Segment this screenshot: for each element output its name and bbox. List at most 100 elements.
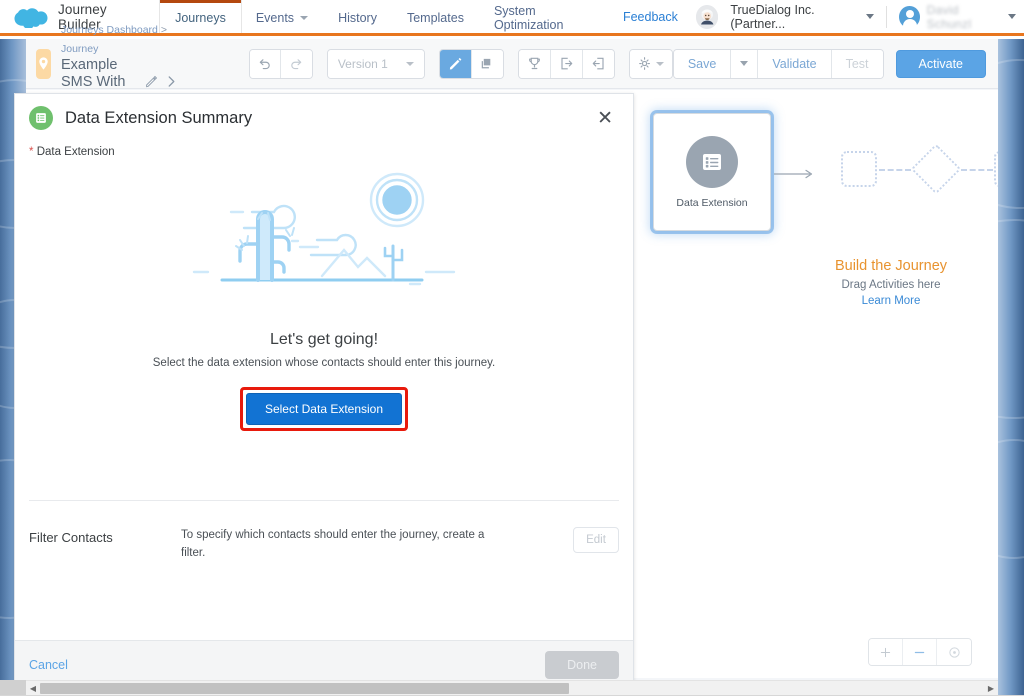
data-extension-icon [29,106,53,130]
select-data-extension-button[interactable]: Select Data Extension [245,393,403,425]
version-label: Version 1 [337,56,388,71]
tab-system-optimization[interactable]: System Optimization [479,0,613,33]
data-extension-list-icon [686,135,738,188]
breadcrumb-separator: > [160,24,167,37]
zoom-out-button[interactable] [903,639,937,665]
edit-mode-button[interactable] [439,49,472,78]
redo-button[interactable] [280,49,312,78]
journey-toolbar: Journeys Dashboard > Journey Example SMS… [26,24,998,106]
chevron-down-icon [740,61,749,66]
save-validate-test-group: Save Validate Test [672,48,884,79]
journey-node-data-extension[interactable]: Data Extension [653,113,771,231]
modal-body: * Data Extension Let's get going! Select… [15,142,633,640]
scrollbar-corner [0,680,26,695]
learn-more-link[interactable]: Learn More [771,295,998,307]
tab-events[interactable]: Events [241,0,323,33]
required-field-label: * Data Extension [15,142,633,158]
undo-redo-group [248,48,313,79]
cancel-button[interactable]: Cancel [29,658,68,672]
zoom-reset-button[interactable] [937,639,971,665]
select-data-extension-highlight: Select Data Extension [239,387,409,431]
done-button: Done [545,650,619,679]
tab-history[interactable]: History [323,0,392,33]
mode-group [438,48,504,79]
empty-state-subtitle: Select the data extension whose contacts… [152,357,496,369]
modal-title: Data Extension Summary [65,108,253,127]
journey-node-label: Data Extension [676,196,748,209]
nav-tabs: Journeys Events History Templates System… [160,0,613,33]
chevron-down-icon [866,14,875,19]
chevron-down-icon [300,16,309,20]
chevron-down-icon [655,61,664,66]
tab-history-label: History [338,11,377,25]
empty-state: Let's get going! Select the data extensi… [15,172,633,431]
validate-button[interactable]: Validate [758,49,832,78]
settings-group [628,48,673,79]
org-selector-label: TrueDialog Inc. (Partner... [730,2,815,31]
org-selector[interactable]: TrueDialog Inc. (Partner... [726,3,886,31]
save-options-button[interactable] [731,49,759,78]
build-journey-subtitle: Drag Activities here [841,279,941,291]
data-extension-summary-modal: Data Extension Summary ✕ * Data Extensio… [14,93,634,689]
chevron-down-icon [1008,14,1016,19]
close-icon[interactable]: ✕ [593,105,617,132]
journey-builder-app: Journey Builder Journeys Events History … [0,0,1024,700]
gear-icon-button[interactable] [629,49,672,78]
save-button[interactable]: Save [673,49,732,78]
modal-header: Data Extension Summary ✕ [15,94,633,142]
version-selector-group: Version 1 [326,48,425,79]
window-bottom-edge [0,695,1024,700]
tab-templates[interactable]: Templates [392,0,479,33]
toolbar-right-controls: Save Validate Test Activate [672,48,998,79]
toolbar-center-controls: Version 1 [248,48,673,79]
empty-state-title: Let's get going! [269,331,379,348]
tab-system-optimization-label: System Optimization [493,4,564,32]
layers-icon-button[interactable] [471,49,503,78]
breadcrumb-parent-link[interactable]: Journeys Dashboard [61,24,158,36]
tab-journeys-label: Journeys [175,11,226,25]
triangle-left-icon[interactable]: ◀ [26,684,40,693]
location-pin-icon [36,48,51,79]
filter-contacts-section: Filter Contacts To specify which contact… [15,527,633,563]
nav-right-cluster: Feedback TrueDialog Inc. (Partner... Dav… [613,0,1024,33]
undo-button[interactable] [249,49,281,78]
journey-settings-group [517,48,615,79]
scrollbar-thumb[interactable] [40,682,569,694]
desert-cactus-illustration [192,172,456,286]
chevron-right-icon[interactable] [166,75,177,88]
trophy-icon-button[interactable] [518,49,551,78]
filter-contacts-label: Filter Contacts [29,530,113,545]
exit-criteria-icon-button[interactable] [582,49,614,78]
zoom-in-button[interactable] [869,639,903,665]
user-name-label: David Schunzl [926,2,972,31]
feedback-link[interactable]: Feedback [613,10,688,24]
filter-edit-button[interactable]: Edit [573,527,619,553]
scrollbar-track[interactable] [40,682,984,695]
test-button: Test [831,49,883,78]
right-decorative-strip [998,39,1024,700]
tab-templates-label: Templates [406,11,464,25]
required-asterisk: * [29,146,34,158]
horizontal-scrollbar[interactable]: ◀ ▶ [26,680,998,695]
pencil-icon[interactable] [145,75,158,88]
entry-source-icon-button[interactable] [550,49,583,78]
work-area: Data Extension Build the Journey Drag Ac… [14,90,998,689]
chevron-down-icon [405,61,414,66]
build-journey-title: Build the Journey [834,258,948,274]
tab-events-label: Events [255,11,295,25]
user-menu[interactable]: David Schunzl [886,2,1016,31]
connector-arrow-solid [774,169,813,179]
version-selector[interactable]: Version 1 [327,49,424,78]
breadcrumb-child: Journey [61,42,99,55]
activate-button[interactable]: Activate [895,49,986,78]
ghost-connector-1 [879,169,911,171]
ghost-activity-placeholder-2[interactable] [994,151,998,187]
ghost-decision-placeholder[interactable] [910,143,962,195]
avatar [899,5,920,28]
filter-contacts-description: To specify which contacts should enter t… [181,529,485,559]
breadcrumb-path: Journeys Dashboard > Journey [61,24,167,54]
ghost-activity-placeholder-1[interactable] [841,151,877,187]
build-journey-hint: Build the Journey Drag Activities here L… [771,258,998,307]
einstein-avatar-icon[interactable] [695,4,719,29]
triangle-right-icon[interactable]: ▶ [984,684,998,693]
